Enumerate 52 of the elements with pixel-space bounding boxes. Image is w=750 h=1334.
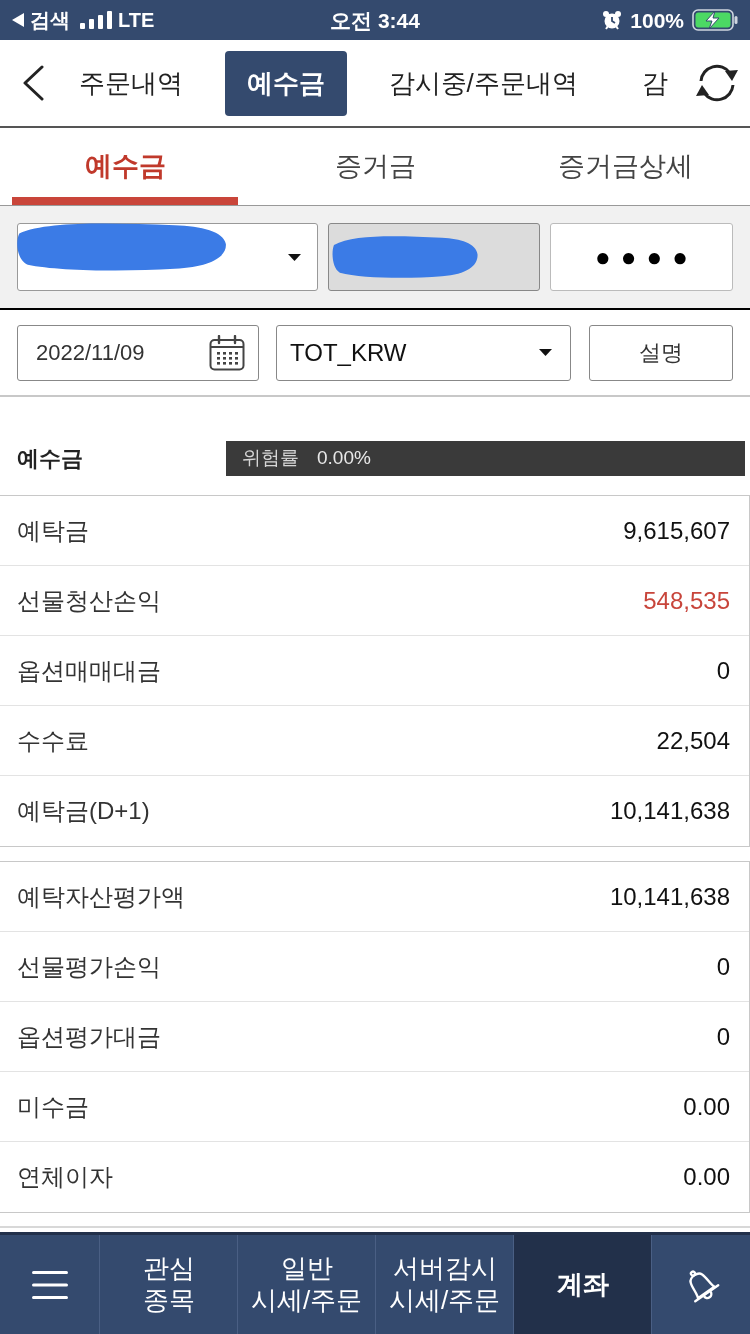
top-tab[interactable]: 주문내역 bbox=[56, 50, 205, 116]
network-label: LTE bbox=[118, 10, 155, 30]
sub-tab[interactable]: 증거금 bbox=[262, 128, 488, 205]
row-value: 0 bbox=[716, 655, 730, 686]
risk-label: 위험률 bbox=[242, 445, 299, 470]
row-label: 옵션매매대금 bbox=[17, 655, 161, 686]
date-value: 2022/11/09 bbox=[36, 339, 145, 367]
password-field[interactable]: ●●●● bbox=[550, 223, 733, 291]
row-label: 예탁자산평가액 bbox=[17, 881, 185, 912]
currency-value: TOT_KRW bbox=[290, 337, 407, 368]
row-label: 연체이자 bbox=[17, 1162, 113, 1192]
row-value: 9,615,607 bbox=[623, 515, 730, 546]
battery-percentage: 100% bbox=[630, 9, 684, 31]
caret-down-icon bbox=[539, 349, 552, 356]
date-field[interactable]: 2022/11/09 bbox=[17, 324, 259, 381]
back-label[interactable]: 검색 bbox=[30, 10, 70, 30]
chevron-left-icon bbox=[22, 65, 45, 101]
sub-tab[interactable]: 증거금상세 bbox=[512, 128, 738, 205]
password-dots: ●●●● bbox=[594, 244, 698, 270]
top-tab[interactable]: 예수금 bbox=[224, 50, 347, 116]
caret-down-icon bbox=[288, 253, 301, 261]
row-value: 0.00 bbox=[683, 1162, 730, 1192]
top-tab[interactable]: 감 bbox=[619, 50, 690, 116]
risk-value: 0.00% bbox=[317, 445, 371, 470]
currency-select[interactable]: TOT_KRW bbox=[276, 324, 571, 381]
row-value: 0 bbox=[716, 1021, 730, 1052]
row-label: 미수금 bbox=[17, 1091, 89, 1122]
battery-charging-icon bbox=[692, 9, 738, 31]
refresh-icon bbox=[693, 62, 740, 104]
menu-icon bbox=[31, 1270, 68, 1299]
explain-button[interactable]: 설명 bbox=[589, 324, 733, 381]
row-value: 22,504 bbox=[656, 725, 730, 756]
row-label: 예탁금(D+1) bbox=[17, 796, 150, 826]
row-value: 0.00 bbox=[683, 1091, 730, 1122]
signal-icon bbox=[80, 11, 112, 29]
row-label: 선물청산손익 bbox=[17, 585, 161, 616]
row-label: 예탁금 bbox=[17, 515, 89, 546]
row-value: 10,141,638 bbox=[609, 881, 730, 912]
top-tab[interactable]: 감시중/주문내역 bbox=[366, 50, 600, 116]
row-label: 수수료 bbox=[17, 725, 89, 756]
row-label: 선물평가손익 bbox=[17, 951, 161, 982]
calendar-icon bbox=[209, 334, 245, 371]
section-title: 예수금 bbox=[17, 444, 84, 473]
back-triangle-icon bbox=[12, 13, 24, 27]
clock-time: 오전 3:44 bbox=[330, 9, 420, 31]
alarm-clock-icon bbox=[602, 10, 623, 30]
row-value: 10,141,638 bbox=[609, 796, 730, 826]
nav-tab[interactable]: 계좌 bbox=[514, 1235, 652, 1334]
row-value: 0 bbox=[716, 951, 730, 982]
account-select[interactable] bbox=[17, 223, 318, 291]
row-value: 548,535 bbox=[643, 585, 730, 616]
row-label: 옵션평가대금 bbox=[17, 1021, 161, 1052]
